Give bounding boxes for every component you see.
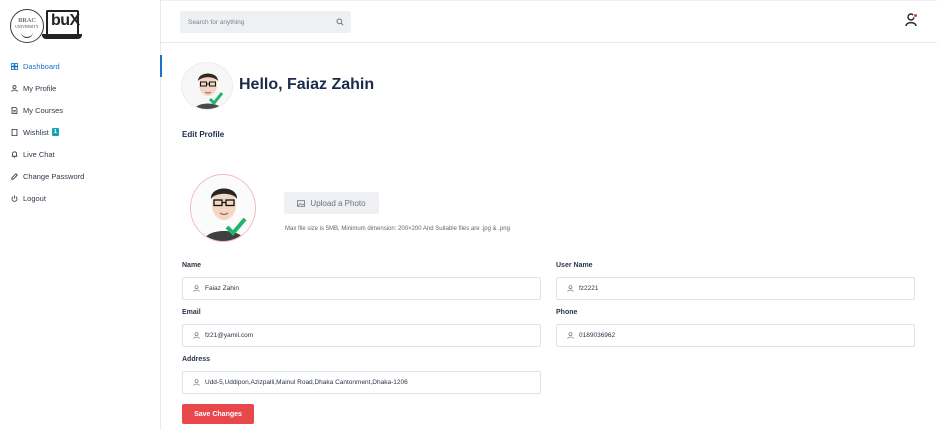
wishlist-count-badge: 1 [51,128,59,136]
save-changes-button[interactable]: Save Changes [182,404,254,424]
edit-icon [11,172,18,180]
username-label: User Name [556,262,593,269]
bell-icon [11,150,18,158]
sidebar-item-dashboard[interactable]: Dashboard [0,55,162,77]
search-input[interactable] [180,11,330,33]
user-icon [193,379,200,386]
search-icon[interactable] [336,18,344,26]
profile-photo[interactable] [190,174,256,242]
address-label: Address [182,356,211,363]
notification-dot [913,13,918,18]
sidebar-menu: Dashboard My Profile My Courses Wishlist… [0,55,162,209]
sidebar-item-my-courses[interactable]: My Courses [0,99,161,121]
user-icon [567,285,574,292]
user-icon [567,332,574,339]
bookmark-icon [11,128,18,136]
sidebar-item-label: Logout [23,193,46,203]
bux-logo: buX [46,10,80,34]
brac-logo-text: BRAC [18,17,36,24]
sidebar-item-label: My Profile [23,83,57,93]
user-icon [193,285,200,292]
sidebar-item-my-profile[interactable]: My Profile [0,77,161,99]
username-field-wrapper [556,277,915,300]
sidebar-item-live-chat[interactable]: Live Chat [0,143,161,165]
address-field[interactable] [205,372,536,393]
bux-logo-text: buX [51,12,80,29]
laptop-base-icon [42,34,82,39]
upload-photo-label: Upload a Photo [310,198,366,208]
sidebar-item-label: Wishlist [23,127,49,137]
user-icon [193,332,200,339]
user-icon [11,84,18,92]
book-icon [21,32,33,38]
upload-photo-button[interactable]: Upload a Photo [284,192,379,214]
sidebar-item-change-password[interactable]: Change Password [0,165,161,187]
address-field-wrapper [182,371,541,394]
power-icon [11,194,18,202]
sidebar-item-label: Live Chat [23,149,55,159]
dashboard-icon [11,62,18,70]
phone-field[interactable] [579,325,910,346]
name-field-wrapper [182,277,541,300]
sidebar-item-label: Change Password [23,171,85,181]
image-icon [297,199,306,207]
username-field[interactable] [579,278,910,299]
brand-logos[interactable]: BRAC UNIVERSITY buX [10,8,82,44]
email-field-wrapper [182,324,541,347]
sidebar-item-logout[interactable]: Logout [0,187,161,209]
brac-logo-subtext: UNIVERSITY [15,25,39,29]
name-label: Name [182,262,202,269]
email-label: Email [182,309,201,316]
top-header [161,0,937,43]
avatar [181,62,233,110]
name-field[interactable] [205,278,536,299]
search-bar [180,11,351,33]
sidebar-item-label: Dashboard [23,61,60,71]
sidebar: BRAC UNIVERSITY buX Dashboard My Profile… [0,0,162,429]
email-field[interactable] [205,325,536,346]
section-title: Edit Profile [182,130,225,139]
brac-university-logo: BRAC UNIVERSITY [10,9,44,43]
phone-label: Phone [556,309,578,316]
sidebar-item-wishlist[interactable]: Wishlist 1 [0,121,161,143]
document-icon [11,106,18,114]
phone-field-wrapper [556,324,915,347]
page-title: Hello, Faiaz Zahin [239,76,375,93]
upload-hint-text: Max file size is 5MB, Minimum dimension:… [285,226,510,232]
main-content: Hello, Faiaz Zahin Edit Profile Upload a… [161,44,937,429]
sidebar-item-label: My Courses [23,105,64,115]
